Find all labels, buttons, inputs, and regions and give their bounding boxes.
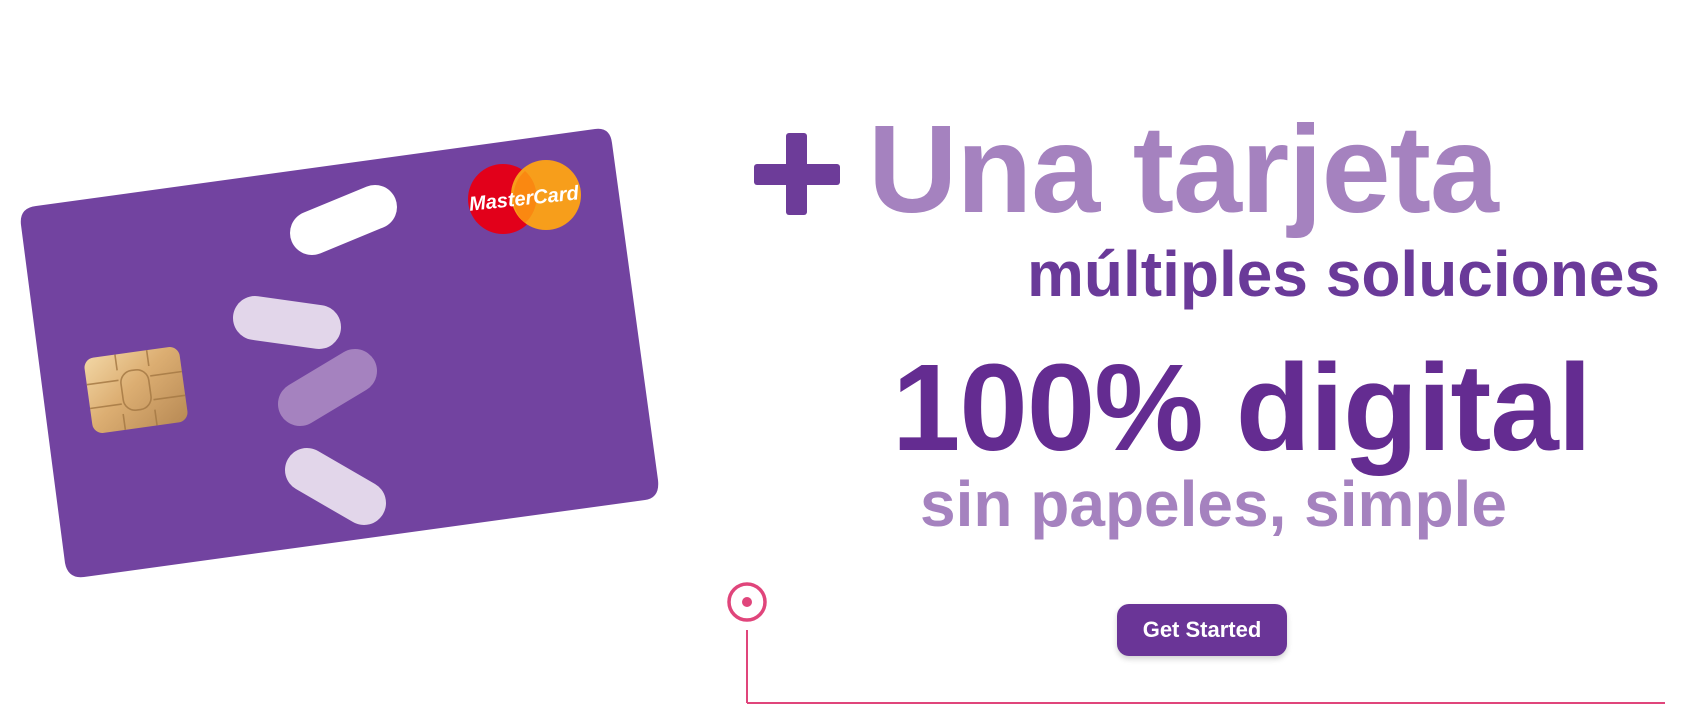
mastercard-logo: MasterCard [468,160,581,234]
hero-highlight: 100% digital [892,340,1592,477]
chip-icon [84,347,188,433]
get-started-button[interactable]: Get Started [1117,604,1287,656]
plus-icon [754,133,840,215]
hero-subheadline: múltiples soluciones [1027,238,1661,310]
credit-card-illustration: MasterCard [0,0,700,718]
hero-headline: Una tarjeta [868,101,1499,239]
hero-tagline: sin papeles, simple [920,468,1507,540]
